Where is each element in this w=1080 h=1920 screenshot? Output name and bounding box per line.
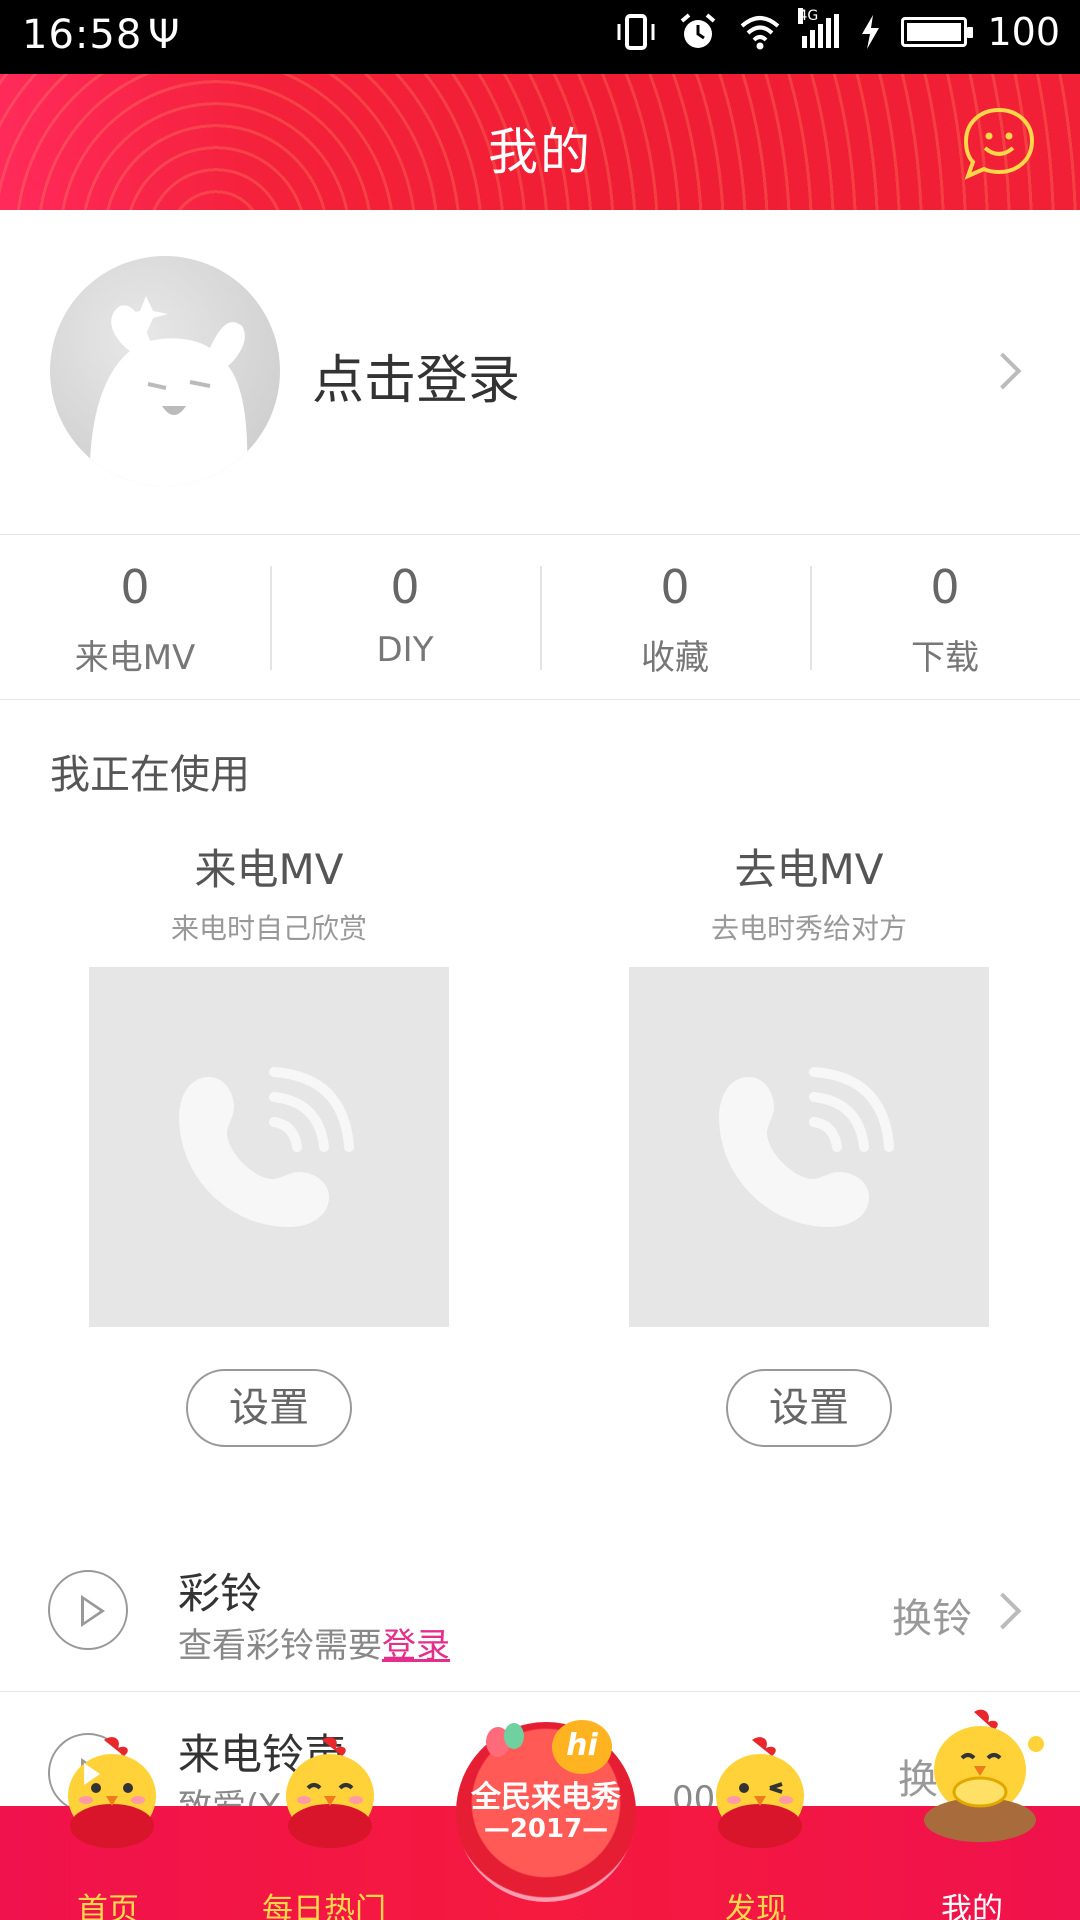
vibrate-icon: [617, 14, 655, 50]
row-subtitle: 查看彩铃需要登录: [178, 1618, 450, 1667]
change-ring-button[interactable]: 换铃: [892, 1586, 972, 1644]
card-title: 去电MV: [734, 845, 884, 894]
hi-bubble-icon: hi: [552, 1720, 612, 1774]
card-subtitle: 去电时秀给对方: [710, 912, 907, 945]
stat-callmv[interactable]: 0 来电MV: [0, 536, 270, 699]
battery-icon: [901, 17, 974, 47]
page-title: 我的: [488, 123, 592, 181]
hi-text: hi: [566, 1728, 598, 1763]
alarm-icon: [681, 13, 716, 48]
card-title: 来电MV: [194, 845, 344, 894]
stat-diy[interactable]: 0 DIY: [270, 536, 540, 699]
row-subtitle-text: 查看彩铃需要: [178, 1626, 382, 1666]
phone-call-icon: [179, 1067, 354, 1227]
chick-discover-icon[interactable]: [700, 1734, 820, 1850]
badge-year: —2017—: [483, 1814, 609, 1844]
stat-value: 0: [120, 560, 150, 614]
login-link[interactable]: 登录: [382, 1626, 450, 1666]
status-icons: 4G 100: [614, 8, 1060, 54]
wifi-icon: [741, 16, 780, 50]
ringback-row[interactable]: 彩铃 查看彩铃需要登录 换铃: [0, 1530, 1080, 1692]
battery-fill: [907, 23, 962, 41]
incoming-mv-card: 来电MV 来电时自己欣赏 设置: [89, 836, 449, 1447]
phone-call-icon: [719, 1067, 894, 1227]
chick-mine-icon[interactable]: [914, 1708, 1046, 1844]
chick-hot-icon[interactable]: [270, 1734, 390, 1850]
stat-label: 下载: [911, 638, 979, 678]
chevron-right-icon: [984, 1592, 1022, 1630]
row-title: 彩铃: [178, 1569, 263, 1618]
usb-icon: Ψ: [148, 12, 180, 58]
stat-label: 收藏: [641, 638, 709, 678]
card-subtitle: 来电时自己欣赏: [170, 912, 367, 945]
charging-icon: [862, 15, 880, 49]
default-avatar-icon: [89, 296, 248, 486]
stat-favorites[interactable]: 0 收藏: [540, 536, 810, 699]
signal-icon: 4G: [798, 8, 840, 48]
avatar[interactable]: [50, 256, 280, 486]
set-button[interactable]: 设置: [726, 1369, 892, 1447]
status-time: 16:58: [22, 12, 143, 58]
mv-preview[interactable]: [629, 967, 989, 1327]
stats-bar: 0 来电MV 0 DIY 0 收藏 0 下载: [0, 536, 1080, 700]
nav-home[interactable]: 首页: [28, 1884, 188, 1920]
network-type: 4G: [798, 8, 819, 24]
stat-value: 0: [390, 560, 420, 614]
balloon-icon: [486, 1723, 524, 1757]
feedback-smile-icon[interactable]: [960, 104, 1038, 182]
nav-discover[interactable]: 发现: [676, 1884, 836, 1920]
section-title-using: 我正在使用: [50, 752, 250, 798]
outgoing-mv-card: 去电MV 去电时秀给对方 设置: [629, 836, 989, 1447]
status-bar: 16:58 Ψ 4G 100: [0, 0, 1080, 74]
set-button[interactable]: 设置: [186, 1369, 352, 1447]
login-prompt[interactable]: 点击登录: [312, 338, 520, 413]
profile-row[interactable]: 点击登录: [0, 210, 1080, 535]
stat-label: DIY: [376, 630, 434, 670]
stat-value: 0: [930, 560, 960, 614]
stat-value: 0: [660, 560, 690, 614]
nav-mine[interactable]: 我的: [892, 1884, 1052, 1920]
battery-level: 100: [987, 10, 1060, 54]
chevron-right-icon: [984, 352, 1022, 390]
stat-label: 来电MV: [74, 638, 196, 678]
play-icon[interactable]: [48, 1570, 128, 1650]
header: 我的: [0, 74, 1080, 210]
chick-home-icon[interactable]: [52, 1734, 172, 1850]
stat-downloads[interactable]: 0 下载: [810, 536, 1080, 699]
mv-preview[interactable]: [89, 967, 449, 1327]
nav-daily-hot[interactable]: 每日热门: [244, 1884, 404, 1920]
